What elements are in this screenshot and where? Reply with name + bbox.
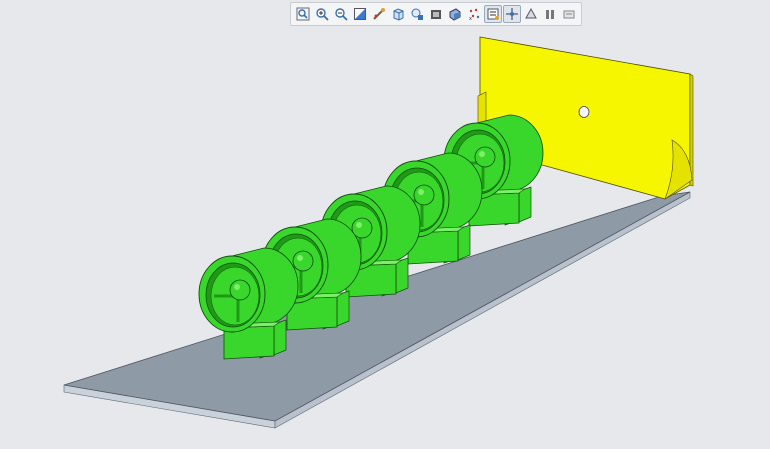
svg-text:x: x — [469, 16, 472, 21]
perspective-icon — [448, 7, 462, 21]
view-toolbar: x — [290, 2, 582, 26]
refit-button[interactable] — [294, 5, 312, 23]
spin-center-button[interactable] — [503, 5, 521, 23]
display-style-icon — [391, 7, 405, 21]
model-scene[interactable] — [0, 0, 770, 449]
view-manager-button[interactable] — [427, 5, 445, 23]
annotation-display-button[interactable] — [484, 5, 502, 23]
datum-display-icon: x — [467, 7, 481, 21]
pause-icon — [543, 7, 557, 21]
wall-hole — [578, 106, 590, 118]
spin-center-icon — [505, 7, 519, 21]
zoom-out-button[interactable] — [332, 5, 350, 23]
model-tree-button[interactable] — [522, 5, 540, 23]
model-tree-icon — [524, 7, 538, 21]
saved-orientations-icon — [410, 7, 424, 21]
simplified-rep-icon — [562, 7, 576, 21]
annotation-display-icon — [486, 7, 500, 21]
datum-display-button[interactable]: x — [465, 5, 483, 23]
reorient-button[interactable] — [370, 5, 388, 23]
simplified-rep-button[interactable] — [560, 5, 578, 23]
zoom-in-icon — [315, 7, 329, 21]
repaint-icon — [353, 7, 367, 21]
repaint-button[interactable] — [351, 5, 369, 23]
zoom-in-button[interactable] — [313, 5, 331, 23]
reorient-icon — [372, 7, 386, 21]
perspective-button[interactable] — [446, 5, 464, 23]
zoom-out-icon — [334, 7, 348, 21]
saved-orientations-button[interactable] — [408, 5, 426, 23]
pause-button[interactable] — [541, 5, 559, 23]
display-style-button[interactable] — [389, 5, 407, 23]
3d-viewport[interactable]: x — [0, 0, 770, 449]
refit-icon — [296, 7, 310, 21]
view-manager-icon — [429, 7, 443, 21]
